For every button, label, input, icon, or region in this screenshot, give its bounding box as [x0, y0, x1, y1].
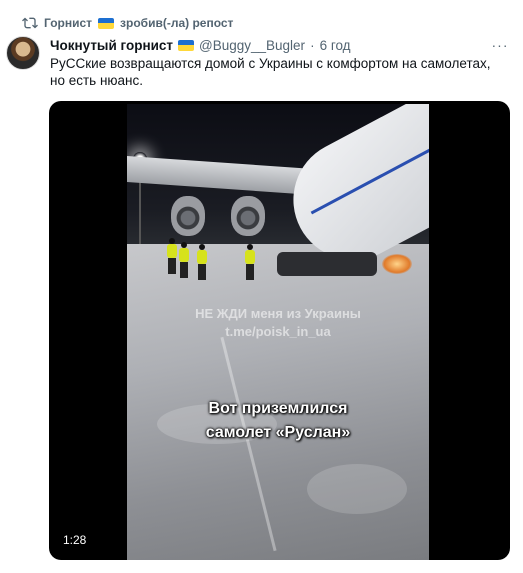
ground-worker: [197, 244, 207, 280]
display-name[interactable]: Чокнутый горнист: [50, 38, 173, 53]
video-frame[interactable]: НЕ ЖДИ меня из Украины t.me/poisk_in_ua …: [127, 104, 429, 560]
aircraft-engine: [171, 196, 205, 236]
tweet-text: РуССкие возвращаются домой с Украины с к…: [50, 56, 491, 88]
aircraft-landing-gear: [277, 252, 377, 276]
fire-spark: [382, 254, 412, 274]
ukraine-flag-icon: [178, 39, 195, 51]
avatar[interactable]: [6, 36, 40, 70]
repost-context[interactable]: Горнист зробив(-ла) репост: [22, 14, 233, 32]
tweet-header: Чокнутый горнист @Buggy__Bugler · 6 год: [50, 36, 511, 54]
repost-action-label: зробив(-ла) репост: [120, 16, 234, 30]
repost-icon: [22, 17, 38, 29]
ground-worker: [167, 238, 177, 274]
timestamp[interactable]: 6 год: [320, 38, 351, 53]
caption-line-1: Вот приземлился: [208, 400, 348, 417]
user-handle[interactable]: @Buggy__Bugler: [199, 38, 305, 53]
aircraft-engine: [231, 196, 265, 236]
repost-user-name[interactable]: Горнист: [44, 16, 92, 30]
watermark-line-2: t.me/poisk_in_ua: [225, 324, 331, 339]
caption-line-2: самолет «Руслан»: [205, 424, 351, 441]
watermark-line-1: НЕ ЖДИ меня из Украины: [195, 306, 361, 321]
more-icon[interactable]: ···: [491, 36, 509, 54]
ground-worker: [179, 242, 189, 278]
ground-worker: [245, 244, 255, 280]
video-duration: 1:28: [63, 533, 87, 547]
video-player[interactable]: НЕ ЖДИ меня из Украины t.me/poisk_in_ua …: [49, 101, 510, 560]
separator-dot: ·: [310, 37, 315, 53]
ukraine-flag-icon: [98, 17, 115, 29]
